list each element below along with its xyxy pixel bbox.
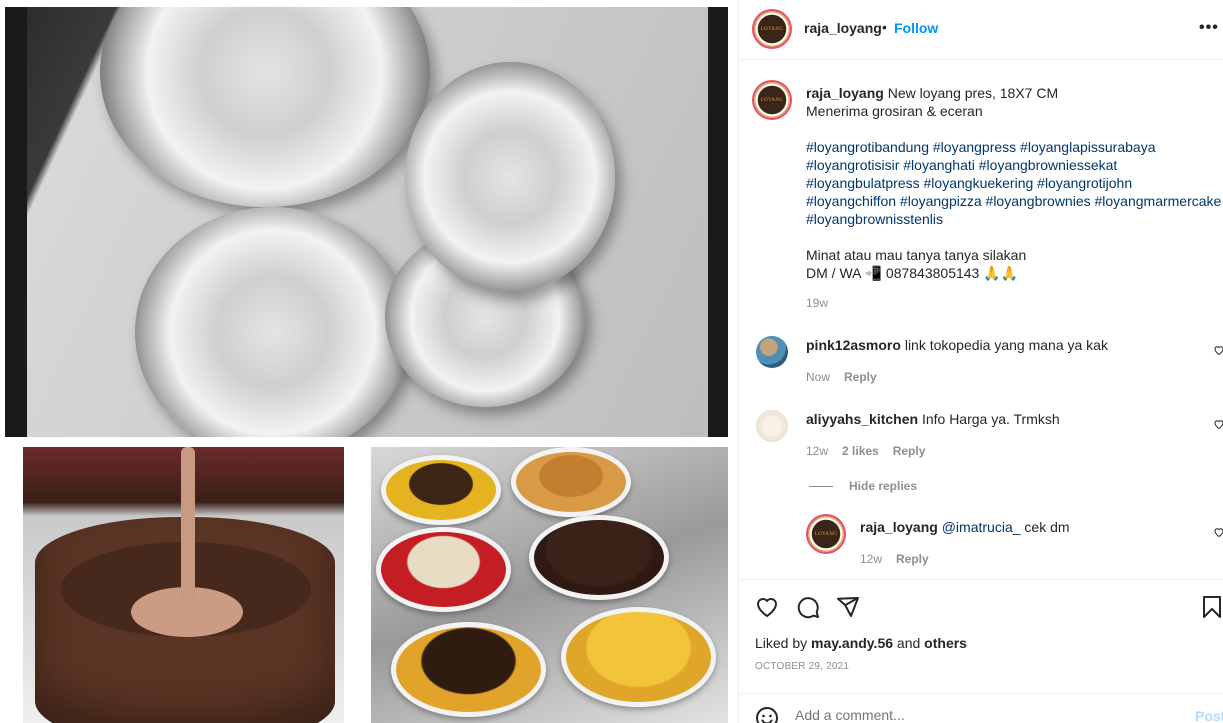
caption-avatar[interactable] [754,82,790,118]
comments-scroll[interactable]: raja_loyang New loyang pres, 18X7 CM Men… [739,61,1223,579]
reply-mention[interactable]: @imatrucia_ [942,519,1021,535]
follow-button[interactable]: Follow [894,20,938,36]
post-media [0,0,738,723]
post-header: raja_loyang • Follow ••• [739,0,1223,60]
caption-line-1: New loyang pres, 18X7 CM [887,85,1059,101]
comment-time[interactable]: 12w [806,444,828,458]
comment-likes[interactable]: 2 likes [842,444,879,458]
comment-username[interactable]: pink12asmoro [806,337,901,353]
like-comment-icon[interactable] [1213,526,1223,538]
photo-mini-cakes [371,447,728,723]
separator-dot: • [882,19,887,35]
liked-by: Liked by may.andy.56 and others [755,635,967,651]
comment-input[interactable] [795,707,1175,723]
reply-button[interactable]: Reply [844,370,877,384]
emoji-icon[interactable] [755,706,779,723]
caption-time[interactable]: 19w [806,294,1223,312]
comment-icon[interactable] [796,595,820,619]
comment-time[interactable]: Now [806,370,830,384]
header-username[interactable]: raja_loyang [804,20,882,36]
bookmark-icon[interactable] [1200,595,1223,619]
comment-avatar[interactable] [756,336,788,368]
more-options-icon[interactable]: ••• [1199,19,1219,37]
hashtag-line[interactable]: #loyangbrownisstenlis [806,210,1223,228]
post-actions: Liked by may.andy.56 and others OCTOBER … [739,579,1223,723]
add-comment-bar: Post [739,693,1223,723]
post-panel: raja_loyang • Follow ••• raja_loyang New… [738,0,1223,723]
hide-replies-button[interactable]: Hide replies [809,479,917,493]
reply-time[interactable]: 12w [860,552,882,566]
photo-chocolate-cake [23,447,344,723]
reply-text: cek dm [1024,519,1070,535]
reply-username[interactable]: raja_loyang [860,519,938,535]
share-icon[interactable] [836,595,860,619]
comment-username[interactable]: aliyyahs_kitchen [806,411,918,427]
post-comment-button[interactable]: Post [1195,708,1223,723]
heart-icon[interactable] [755,595,779,619]
reply-button[interactable]: Reply [896,552,929,566]
liked-by-others[interactable]: others [924,635,967,651]
reply-button[interactable]: Reply [893,444,926,458]
caption-contact-2: DM / WA 📲 087843805143 🙏🙏 [806,265,1019,281]
liked-by-user[interactable]: may.andy.56 [811,635,893,651]
hashtag-line[interactable]: #loyangrotisisir #loyanghati #loyangbrow… [806,156,1223,174]
comment-avatar[interactable] [756,410,788,442]
caption-contact-1: Minat atau mau tanya tanya silakan [806,247,1027,263]
caption-username[interactable]: raja_loyang [806,85,884,101]
photo-baking-pans [5,7,728,437]
avatar[interactable] [754,11,790,47]
post-date[interactable]: OCTOBER 29, 2021 [755,661,849,672]
like-comment-icon[interactable] [1213,418,1223,430]
comment-text: Info Harga ya. Trmksh [921,411,1060,427]
comment-text: link tokopedia yang mana ya kak [904,337,1108,353]
caption-line-2: Menerima grosiran & eceran [806,103,983,119]
hashtag-line[interactable]: #loyangrotibandung #loyangpress #loyangl… [806,138,1223,156]
reply-avatar[interactable] [808,516,844,552]
like-comment-icon[interactable] [1213,344,1223,356]
hashtag-line[interactable]: #loyangchiffon #loyangpizza #loyangbrown… [806,192,1223,210]
hashtag-line[interactable]: #loyangbulatpress #loyangkuekering #loya… [806,174,1223,192]
